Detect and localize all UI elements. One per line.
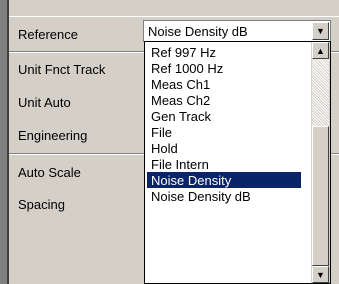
list-item-file-intern[interactable]: File Intern [151, 156, 209, 172]
reference-dropdown-value: Noise Density dB [148, 23, 248, 39]
list-item-noise-density-db[interactable]: Noise Density dB [151, 188, 251, 204]
label-reference: Reference [18, 27, 78, 42]
list-item-meas-ch1[interactable]: Meas Ch1 [151, 76, 210, 92]
list-item-file[interactable]: File [151, 124, 172, 140]
label-engineering: Engineering [18, 127, 88, 143]
list-item-hold[interactable]: Hold [151, 140, 178, 156]
scrollbar-thumb[interactable] [312, 126, 329, 266]
window-top-strip [0, 0, 339, 16]
dropdown-scrollbar[interactable]: ▲ ▼ [311, 42, 330, 283]
list-item-ref-1000[interactable]: Ref 1000 Hz [151, 60, 223, 76]
label-unit-fnct-track: Unit Fnct Track [18, 62, 106, 77]
scroll-up-button[interactable]: ▲ [312, 42, 329, 59]
reference-dropdown-list[interactable]: Ref 997 Hz Ref 1000 Hz Meas Ch1 Meas Ch2… [144, 41, 331, 284]
label-spacing: Spacing [18, 196, 65, 212]
label-auto-scale: Auto Scale [18, 164, 81, 180]
chevron-down-icon: ▼ [316, 26, 325, 36]
dropdown-arrow-button[interactable]: ▼ [312, 22, 329, 40]
triangle-up-icon: ▲ [316, 45, 325, 56]
reference-dropdown[interactable]: Noise Density dB ▼ [143, 20, 331, 42]
list-item-gen-track[interactable]: Gen Track [151, 108, 211, 124]
label-unit-auto: Unit Auto [18, 95, 71, 110]
triangle-down-icon: ▼ [316, 269, 325, 280]
left-border [0, 0, 7, 284]
list-item-ref-997[interactable]: Ref 997 Hz [151, 44, 216, 60]
list-item-noise-density[interactable]: Noise Density [147, 172, 301, 188]
list-item-meas-ch2[interactable]: Meas Ch2 [151, 92, 210, 108]
scroll-down-button[interactable]: ▼ [312, 266, 329, 283]
